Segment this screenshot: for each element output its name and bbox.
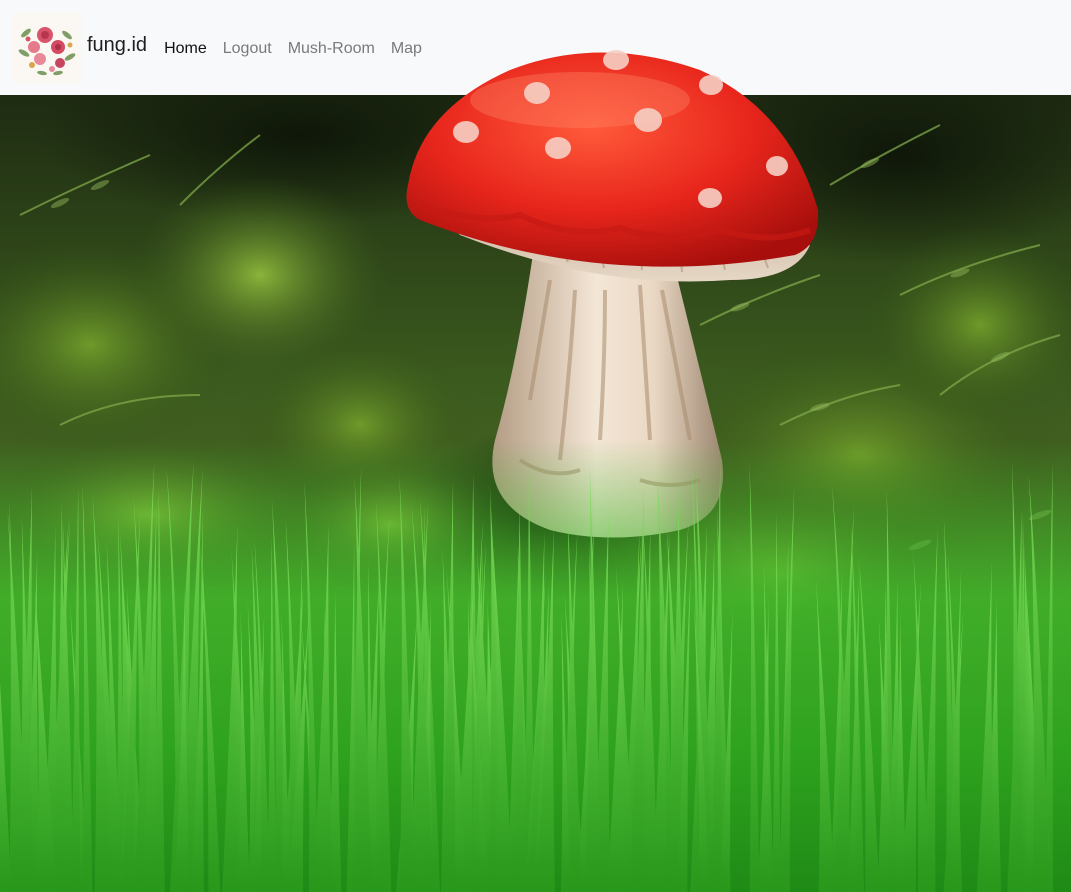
brand-link[interactable]: fung.id	[12, 12, 148, 83]
page: fung.id Home Logout Mush-Room Map	[0, 0, 1071, 892]
nav-link-logout[interactable]: Logout	[223, 40, 272, 58]
main-nav: Home Logout Mush-Room Map	[164, 40, 438, 58]
nav-link-mush-room[interactable]: Mush-Room	[288, 40, 375, 58]
foreground-grass	[0, 440, 1071, 892]
nav-link-home[interactable]: Home	[164, 40, 207, 58]
floral-wreath-logo-icon	[12, 12, 82, 83]
brand-name: fung.id	[87, 34, 148, 56]
